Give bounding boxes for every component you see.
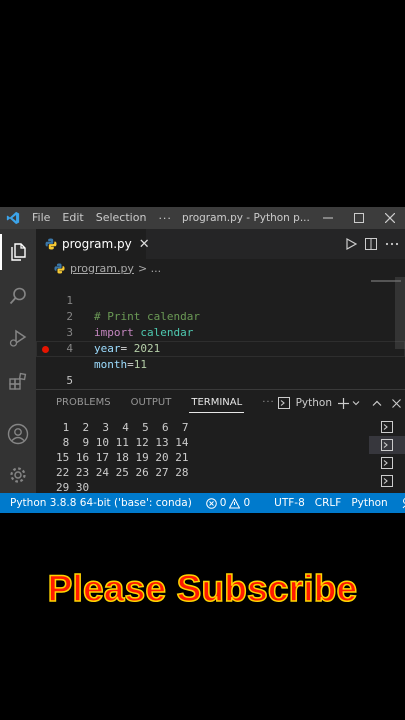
python-file-icon: [45, 238, 57, 250]
tab-problems[interactable]: PROBLEMS: [46, 390, 121, 416]
more-actions-icon[interactable]: [385, 235, 399, 254]
menu-more-button[interactable]: ···: [152, 212, 178, 225]
tab-terminal[interactable]: TERMINAL: [181, 390, 252, 416]
new-terminal-icon[interactable]: [338, 397, 349, 409]
editor-tab-bar: program.py ✕: [36, 229, 405, 259]
editor-scrollbar[interactable]: [395, 277, 405, 349]
explorer-icon[interactable]: [0, 234, 36, 270]
settings-gear-icon[interactable]: [0, 457, 36, 493]
search-icon[interactable]: [0, 278, 36, 314]
minimize-button[interactable]: [312, 207, 343, 229]
warning-count: 0: [243, 497, 251, 509]
vscode-window: File Edit Selection ··· program.py - Pyt…: [0, 207, 405, 513]
tab-label: program.py: [62, 237, 132, 251]
menu-selection[interactable]: Selection: [90, 207, 153, 229]
close-tab-icon[interactable]: ✕: [139, 237, 150, 252]
breadcrumb: program.py > ...: [36, 259, 405, 277]
subscribe-caption: Please Subscribe: [47, 567, 358, 610]
terminal-line: 22 23 24 25 26 27 28: [56, 466, 189, 479]
menu-edit[interactable]: Edit: [56, 207, 89, 229]
code-operator: =: [127, 358, 134, 371]
terminal-instance-icon[interactable]: [369, 436, 405, 454]
terminal-name[interactable]: Python: [296, 397, 332, 409]
bottom-panel: PROBLEMS OUTPUT TERMINAL ··· Python 1 2 …: [36, 389, 405, 495]
warning-icon: [229, 497, 241, 508]
code-number: 11: [133, 358, 147, 371]
split-editor-icon[interactable]: [365, 235, 377, 254]
breakpoint-icon[interactable]: [42, 346, 49, 353]
breadcrumb-more[interactable]: > ...: [138, 262, 161, 275]
end-of-line[interactable]: CRLF: [310, 497, 347, 509]
code-line: 1 # Print calendar: [36, 277, 405, 323]
tab-program-py[interactable]: program.py ✕: [36, 229, 150, 259]
feedback-icon[interactable]: [397, 497, 405, 509]
close-panel-icon[interactable]: [392, 398, 401, 408]
account-icon[interactable]: [0, 416, 36, 452]
chevron-down-icon[interactable]: [352, 399, 360, 407]
code-line: 3 year= 2021: [36, 309, 405, 355]
error-icon: [205, 497, 217, 509]
run-debug-icon[interactable]: [0, 320, 36, 356]
breadcrumb-file[interactable]: program.py: [70, 262, 134, 275]
line-number: 5: [66, 374, 73, 387]
activity-bar: [0, 229, 36, 493]
maximize-panel-icon[interactable]: [372, 399, 382, 407]
terminal-line: 15 16 17 18 19 20 21: [56, 451, 189, 464]
terminal-list: [369, 418, 405, 490]
terminal-output[interactable]: 1 2 3 4 5 6 7 8 9 10 11 12 13 14 15 16 1…: [36, 420, 366, 495]
status-bar: Python 3.8.8 64-bit ('base': conda) 0 0 …: [0, 493, 405, 513]
extensions-icon[interactable]: [0, 363, 36, 399]
code-line-current: 5 print(calendar.month(year,month)): [36, 341, 405, 404]
terminal-line: 8 9 10 11 12 13 14: [56, 436, 189, 449]
tab-output[interactable]: OUTPUT: [121, 390, 182, 416]
maximize-button[interactable]: [343, 207, 374, 229]
python-interpreter[interactable]: Python 3.8.8 64-bit ('base': conda): [0, 497, 197, 509]
python-file-icon: [54, 262, 65, 274]
title-bar: File Edit Selection ··· program.py - Pyt…: [0, 207, 405, 229]
code-line: 4 month=11: [36, 325, 405, 371]
code-editor[interactable]: 1 # Print calendar 2 import calendar 3 y…: [36, 277, 405, 404]
close-window-button[interactable]: [374, 207, 405, 229]
code-line: 2 import calendar: [36, 293, 405, 339]
problems-indicator[interactable]: 0 0: [201, 497, 255, 509]
terminal-instance-icon[interactable]: [369, 454, 405, 472]
terminal-python-icon: [277, 397, 290, 409]
terminal-line: 1 2 3 4 5 6 7: [56, 421, 189, 434]
menu-file[interactable]: File: [26, 207, 56, 229]
encoding[interactable]: UTF-8: [269, 497, 310, 509]
run-file-icon[interactable]: [345, 235, 358, 254]
error-count: 0: [219, 497, 227, 509]
window-title: program.py - Python p...: [181, 212, 310, 224]
vscode-logo-icon: [0, 207, 26, 229]
code-variable: month: [94, 358, 128, 371]
terminal-instance-icon[interactable]: [369, 418, 405, 436]
terminal-instance-icon[interactable]: [369, 472, 405, 490]
language-mode[interactable]: Python: [346, 497, 392, 509]
